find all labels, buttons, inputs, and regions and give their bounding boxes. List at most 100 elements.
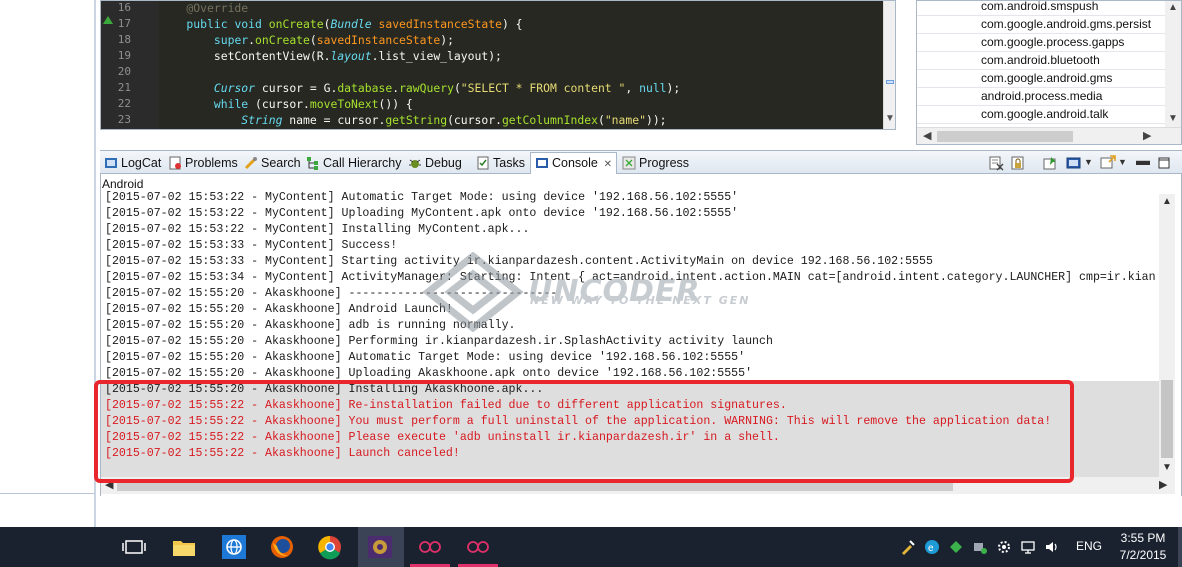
tab-tasks[interactable]: Tasks (476, 153, 525, 173)
process-list-vertical-scrollbar[interactable]: ▲ ▼ (1165, 1, 1181, 127)
console-line[interactable]: [2015-07-02 15:55:20 - Akaskhoone] adb i… (105, 318, 516, 334)
console-line[interactable]: [2015-07-02 15:55:20 - Akaskhoone] Perfo… (105, 334, 773, 350)
chrome-icon[interactable] (316, 533, 344, 561)
system-clock[interactable]: 3:55 PM 7/2/2015 (1110, 530, 1176, 564)
scroll-thumb[interactable] (1161, 380, 1173, 458)
code-line[interactable]: while (cursor.moveToNext()) { (159, 96, 883, 112)
task-view-icon[interactable] (120, 533, 148, 561)
console-error-line[interactable]: [2015-07-02 15:55:22 - Akaskhoone] Re-in… (105, 398, 787, 414)
console-icon (536, 158, 548, 168)
flickr-style-app-icon[interactable] (416, 533, 444, 561)
display-selected-console-icon[interactable] (1066, 155, 1082, 171)
scroll-right-arrow-icon[interactable]: ▶ (1159, 478, 1167, 491)
code-line[interactable]: @Override (159, 1, 883, 16)
tab-progress[interactable]: Progress (622, 153, 689, 173)
console-error-line[interactable]: [2015-07-02 15:55:22 - Akaskhoone] You m… (105, 414, 1051, 430)
tray-volume-icon[interactable] (1044, 539, 1060, 555)
close-tab-icon[interactable]: ✕ (601, 159, 612, 170)
windows-taskbar: e ENG 3:55 PM 7/2/2015 (0, 527, 1182, 567)
code-line[interactable]: setContentView(R.layout.list_view_layout… (159, 48, 883, 64)
display-console-dropdown-icon[interactable]: ▼ (1084, 157, 1100, 173)
input-language-indicator[interactable]: ENG (1076, 539, 1102, 553)
console-error-line[interactable]: [2015-07-02 15:55:22 - Akaskhoone] Launc… (105, 446, 460, 462)
process-row[interactable]: android.process.media (917, 88, 1165, 106)
tray-network-icon[interactable] (1020, 539, 1036, 555)
scroll-down-arrow-icon[interactable]: ▼ (1162, 462, 1172, 473)
flickr-style-app-icon-2[interactable] (464, 533, 492, 561)
tab-logcat[interactable]: LogCat (104, 153, 161, 173)
file-explorer-icon[interactable] (170, 533, 198, 561)
scroll-left-arrow-icon[interactable]: ◀ (923, 129, 931, 142)
scroll-up-arrow-icon[interactable]: ▲ (1162, 196, 1172, 207)
console-line[interactable]: [2015-07-02 15:53:22 - MyContent] Upload… (105, 206, 738, 222)
editor-vertical-scrollbar[interactable]: ▼ (883, 1, 895, 129)
console-line[interactable]: [2015-07-02 15:53:22 - MyContent] Automa… (105, 190, 738, 206)
console-line[interactable]: [2015-07-02 15:53:22 - MyContent] Instal… (105, 222, 529, 238)
console-line[interactable]: [2015-07-02 15:53:33 - MyContent] Succes… (105, 238, 397, 254)
scroll-thumb[interactable] (937, 131, 1073, 142)
tab-debug[interactable]: Debug (408, 153, 462, 173)
code-line[interactable]: super.onCreate(savedInstanceState); (159, 32, 883, 48)
scroll-down-arrow-icon[interactable]: ▼ (885, 113, 895, 124)
console-line[interactable]: [2015-07-02 15:55:20 - Akaskhoone] Autom… (105, 350, 745, 366)
tab-call-hierarchy[interactable]: Call Hierarchy (306, 153, 402, 173)
process-row[interactable]: com.android.bluetooth (917, 52, 1165, 70)
tray-gear-icon[interactable] (996, 539, 1012, 555)
process-row[interactable]: com.google.process.gapps (917, 34, 1165, 52)
code-line[interactable]: String name = cursor.getString(cursor.ge… (159, 112, 883, 128)
process-row[interactable]: com.google.android.talk (917, 106, 1165, 124)
code-line[interactable] (159, 64, 883, 80)
code-token: @Override (159, 1, 249, 15)
overview-ruler-mark[interactable] (886, 80, 894, 84)
process-row[interactable]: com.google.android.gms (917, 70, 1165, 88)
scroll-down-arrow-icon[interactable]: ▼ (1168, 113, 1178, 124)
minimize-view-icon[interactable]: ▬ (1136, 152, 1152, 168)
tab-console[interactable]: Console ✕ (530, 152, 618, 175)
console-error-line[interactable]: [2015-07-02 15:55:22 - Akaskhoone] Pleas… (105, 430, 780, 446)
tray-edge-icon[interactable]: e (924, 539, 940, 555)
process-row[interactable]: com.google.android.gms.persist (917, 16, 1165, 34)
code-token: getString (385, 113, 448, 127)
line-number: 21 (117, 81, 131, 94)
console-line[interactable]: [2015-07-02 15:55:20 - Akaskhoone] Andro… (105, 302, 453, 318)
line-number: 16 (117, 1, 131, 14)
tab-search[interactable]: Search (244, 153, 301, 173)
internet-explorer-icon[interactable] (220, 533, 248, 561)
firefox-icon[interactable] (268, 533, 296, 561)
console-view[interactable]: Android [2015-07-02 15:53:22 - MyContent… (100, 174, 1182, 496)
code-area[interactable]: @Override public void onCreate(Bundle sa… (159, 1, 883, 129)
console-horizontal-scrollbar[interactable]: ◀ ▶ (101, 477, 1175, 494)
scroll-left-arrow-icon[interactable]: ◀ (105, 478, 113, 491)
clear-console-icon[interactable] (988, 155, 1004, 171)
process-list-horizontal-scrollbar[interactable]: ◀ ▶ (917, 127, 1181, 144)
code-editor[interactable]: 16 17 18 19 20 21 22 23 @Override public void o… (100, 0, 896, 130)
code-token: Cursor (213, 81, 256, 95)
override-marker-icon[interactable] (103, 16, 113, 24)
tray-network-app-icon[interactable] (948, 539, 964, 555)
console-line[interactable]: [2015-07-02 15:55:20 - Akaskhoone] Insta… (105, 382, 543, 398)
process-row[interactable]: com.android.smspush (917, 0, 1165, 16)
console-line[interactable]: [2015-07-02 15:55:20 - Akaskhoone] Uploa… (105, 366, 752, 382)
tray-tools-icon[interactable] (900, 539, 916, 555)
tab-problems[interactable]: Problems (168, 153, 238, 173)
scroll-thumb[interactable] (117, 480, 953, 491)
code-token: moveToNext (309, 97, 379, 111)
console-vertical-scrollbar[interactable]: ▲ ▼ (1159, 194, 1175, 477)
console-line[interactable]: [2015-07-02 15:53:33 - MyContent] Starti… (105, 254, 933, 270)
code-token: public (159, 17, 235, 31)
console-line[interactable]: [2015-07-02 15:55:20 - Akaskhoone] -----… (105, 286, 557, 302)
tray-usb-icon[interactable] (972, 539, 988, 555)
open-console-dropdown-icon[interactable]: ▼ (1118, 157, 1134, 173)
pin-console-icon[interactable] (1042, 155, 1058, 171)
show-desktop-button[interactable] (1178, 527, 1182, 567)
console-line[interactable]: [2015-07-02 15:53:34 - MyContent] Activi… (105, 270, 1156, 286)
code-line[interactable]: Cursor cursor = G.database.rawQuery("SEL… (159, 80, 883, 96)
code-line[interactable]: public void onCreate(Bundle savedInstanc… (159, 16, 883, 32)
maximize-view-icon[interactable] (1156, 155, 1172, 171)
scroll-up-arrow-icon[interactable]: ▲ (1168, 2, 1178, 13)
devices-process-list[interactable]: com.android.smspush com.google.android.gm… (916, 0, 1182, 145)
scroll-right-arrow-icon[interactable]: ▶ (1143, 129, 1151, 142)
android-studio-eclipse-icon[interactable] (366, 533, 394, 561)
open-console-icon[interactable] (1100, 155, 1116, 171)
scroll-lock-icon[interactable] (1010, 155, 1026, 171)
